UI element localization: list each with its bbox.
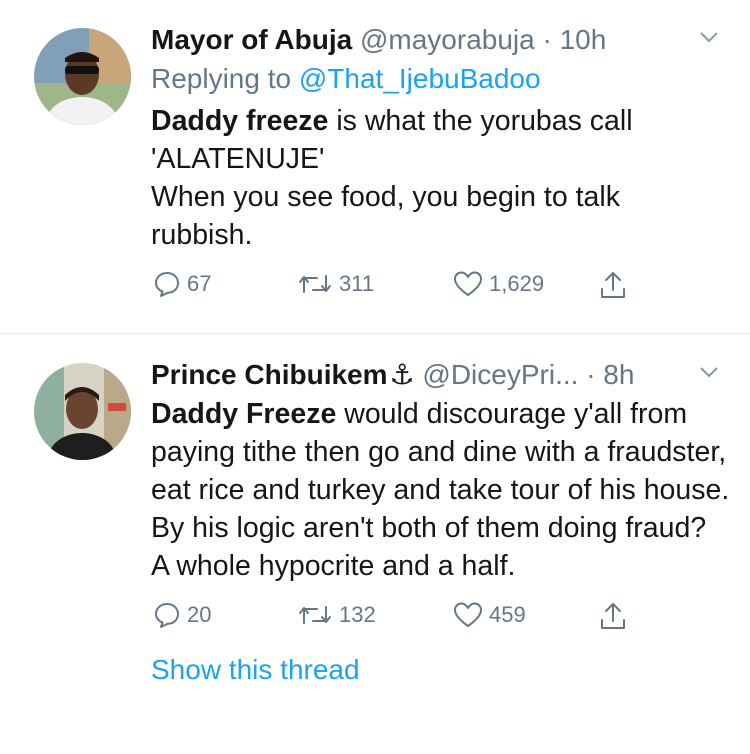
author-handle[interactable]: @mayorabuja [360, 24, 535, 55]
tweet-text-line2: When you see food, you begin to talk rub… [151, 181, 620, 251]
tweet-text-bold: Daddy freeze [151, 105, 329, 137]
like-button[interactable]: 1,629 [453, 270, 544, 298]
share-button[interactable] [599, 270, 633, 300]
tweet-divider [0, 333, 750, 334]
tweet-actions: 20 132 459 [151, 601, 730, 641]
retweet-count: 132 [339, 602, 376, 627]
reply-button[interactable]: 20 [153, 601, 211, 629]
retweet-count: 311 [339, 271, 375, 296]
tweet-header: Prince Chibuikem⚓ @DiceyPri... · 8h [151, 355, 730, 395]
tweet-text-line1: Daddy freeze is what the yorubas call 'A… [151, 102, 730, 178]
reply-count: 67 [187, 271, 212, 296]
replying-to: Replying to @That_IjebuBadoo [151, 60, 730, 98]
share-icon [599, 270, 633, 300]
reply-button[interactable]: 67 [153, 270, 211, 298]
tweet[interactable]: Prince Chibuikem⚓ @DiceyPri... · 8h Dadd… [0, 335, 750, 754]
timestamp[interactable]: 10h [560, 24, 607, 55]
tweet-text-line1: Daddy Freeze would discourage y'all from… [151, 395, 730, 547]
tweet[interactable]: Mayor of Abuja @mayorabuja · 10h Replyin… [0, 0, 750, 334]
reply-count: 20 [187, 602, 212, 627]
heart-icon [453, 601, 489, 629]
timestamp[interactable]: 8h [603, 359, 634, 390]
like-button[interactable]: 459 [453, 601, 526, 629]
author-name[interactable]: Prince Chibuikem [151, 359, 388, 390]
reply-icon [153, 270, 187, 298]
tweet-content: Mayor of Abuja @mayorabuja · 10h Replyin… [151, 20, 730, 310]
anchor-emoji-icon: ⚓ [389, 359, 415, 390]
tweet-actions: 67 311 1,629 [151, 270, 730, 310]
chevron-down-icon[interactable] [698, 361, 720, 383]
retweet-button[interactable]: 132 [297, 601, 376, 629]
heart-icon [453, 270, 489, 298]
author-handle[interactable]: @DiceyPri... [422, 359, 578, 390]
chevron-down-icon[interactable] [698, 26, 720, 48]
tweet-text: Daddy freeze is what the yorubas call 'A… [151, 102, 730, 254]
tweet-text: Daddy Freeze would discourage y'all from… [151, 395, 730, 585]
replying-to-label: Replying to [151, 63, 292, 94]
retweet-button[interactable]: 311 [297, 270, 374, 298]
avatar[interactable] [34, 28, 131, 125]
separator-dot: · [542, 24, 552, 55]
tweet-header: Mayor of Abuja @mayorabuja · 10h [151, 20, 730, 60]
show-thread-link[interactable]: Show this thread [151, 651, 730, 689]
avatar-image [34, 28, 131, 125]
share-icon [599, 601, 633, 631]
retweet-icon [297, 601, 339, 629]
tweet-text-bold: Daddy Freeze [151, 398, 337, 430]
reply-icon [153, 601, 187, 629]
like-count: 459 [489, 602, 526, 627]
replying-to-handle[interactable]: @That_IjebuBadoo [299, 63, 541, 94]
share-button[interactable] [599, 601, 633, 631]
separator-dot: · [586, 359, 596, 390]
tweet-content: Prince Chibuikem⚓ @DiceyPri... · 8h Dadd… [151, 355, 730, 689]
avatar-image [34, 363, 131, 460]
retweet-icon [297, 270, 339, 298]
tweet-text-line2: A whole hypocrite and a half. [151, 550, 516, 582]
author-name[interactable]: Mayor of Abuja [151, 24, 352, 55]
avatar[interactable] [34, 363, 131, 460]
like-count: 1,629 [489, 271, 545, 296]
